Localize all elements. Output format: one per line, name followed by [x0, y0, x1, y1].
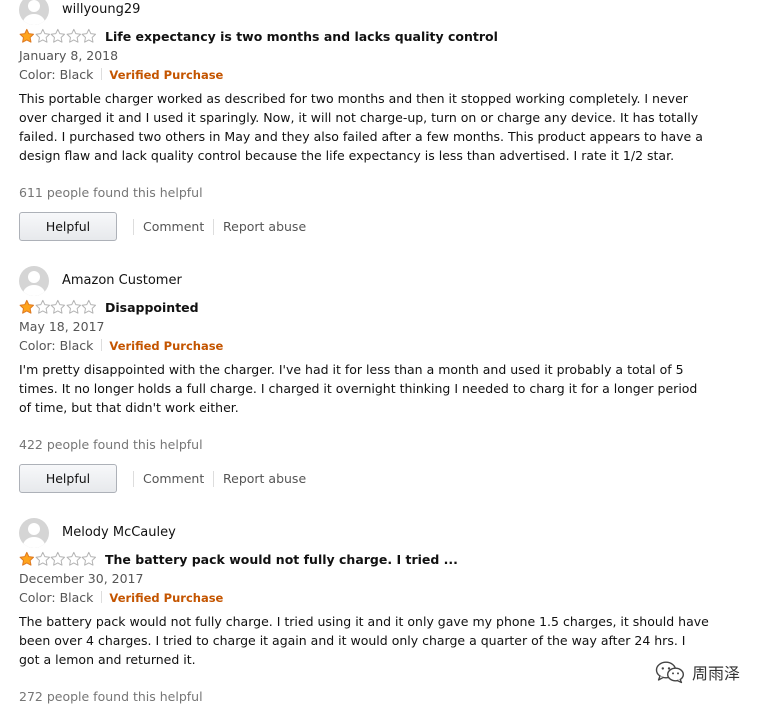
verified-purchase-badge: Verified Purchase: [109, 339, 224, 353]
reviewer-name[interactable]: Melody McCauley: [62, 525, 176, 540]
review-body: The battery pack would not fully charge.…: [19, 614, 709, 667]
star-empty-icon: [66, 299, 81, 314]
report-abuse-link[interactable]: Report abuse: [223, 471, 306, 486]
verified-purchase-badge: Verified Purchase: [109, 68, 224, 82]
helpful-count: 422 people found this helpful: [19, 437, 203, 452]
review-title[interactable]: Disappointed: [105, 300, 199, 315]
product-color[interactable]: Color: Black: [19, 590, 93, 605]
star-empty-icon: [81, 28, 97, 43]
review-title[interactable]: The battery pack would not fully charge.…: [105, 552, 458, 567]
report-abuse-link[interactable]: Report abuse: [223, 219, 306, 234]
comment-link[interactable]: Comment: [143, 219, 204, 234]
review-body: I'm pretty disappointed with the charger…: [19, 362, 698, 415]
review-date: May 18, 2017: [19, 319, 105, 334]
avatar[interactable]: [19, 266, 49, 296]
helpful-count: 272 people found this helpful: [19, 689, 203, 704]
star-filled-icon: [19, 28, 35, 43]
star-empty-icon: [66, 28, 81, 43]
star-empty-icon: [35, 28, 50, 43]
review-meta: Color: Black Verified Purchase: [19, 67, 223, 82]
action-divider: [133, 471, 134, 487]
star-empty-icon: [81, 551, 97, 566]
review-meta: Color: Black Verified Purchase: [19, 338, 223, 353]
star-empty-icon: [81, 299, 97, 314]
star-empty-icon: [66, 551, 81, 566]
avatar[interactable]: [19, 518, 49, 548]
wechat-icon: [655, 661, 685, 684]
star-empty-icon: [50, 299, 66, 314]
review-actions: Helpful Comment Report abuse: [19, 464, 419, 495]
review-date: January 8, 2018: [19, 48, 119, 63]
meta-divider: [101, 339, 103, 351]
action-divider: [133, 219, 134, 235]
review-actions: Helpful Comment Report abuse: [19, 212, 419, 243]
star-rating[interactable]: [19, 551, 97, 567]
review-body: This portable charger worked as describe…: [19, 91, 703, 163]
star-empty-icon: [35, 299, 50, 314]
product-color[interactable]: Color: Black: [19, 67, 93, 82]
watermark-text: 周雨泽: [692, 664, 741, 683]
reviewer-name[interactable]: willyoung29: [62, 2, 140, 17]
star-filled-icon: [19, 551, 35, 566]
star-rating[interactable]: [19, 299, 97, 315]
meta-divider: [101, 68, 103, 80]
verified-purchase-badge: Verified Purchase: [109, 591, 224, 605]
review-meta: Color: Black Verified Purchase: [19, 590, 223, 605]
review-date: December 30, 2017: [19, 571, 144, 586]
meta-divider: [101, 591, 103, 603]
star-empty-icon: [35, 551, 50, 566]
star-filled-icon: [19, 299, 35, 314]
comment-link[interactable]: Comment: [143, 471, 204, 486]
star-rating[interactable]: [19, 28, 97, 44]
product-color[interactable]: Color: Black: [19, 338, 93, 353]
watermark: 周雨泽: [655, 660, 740, 684]
star-empty-icon: [50, 551, 66, 566]
reviewer-name[interactable]: Amazon Customer: [62, 273, 182, 288]
action-divider: [213, 471, 214, 487]
helpful-button[interactable]: Helpful: [19, 212, 117, 241]
review-title[interactable]: Life expectancy is two months and lacks …: [105, 29, 498, 44]
helpful-button[interactable]: Helpful: [19, 464, 117, 493]
helpful-count: 611 people found this helpful: [19, 185, 203, 200]
avatar[interactable]: [19, 0, 49, 25]
action-divider: [213, 219, 214, 235]
star-empty-icon: [50, 28, 66, 43]
